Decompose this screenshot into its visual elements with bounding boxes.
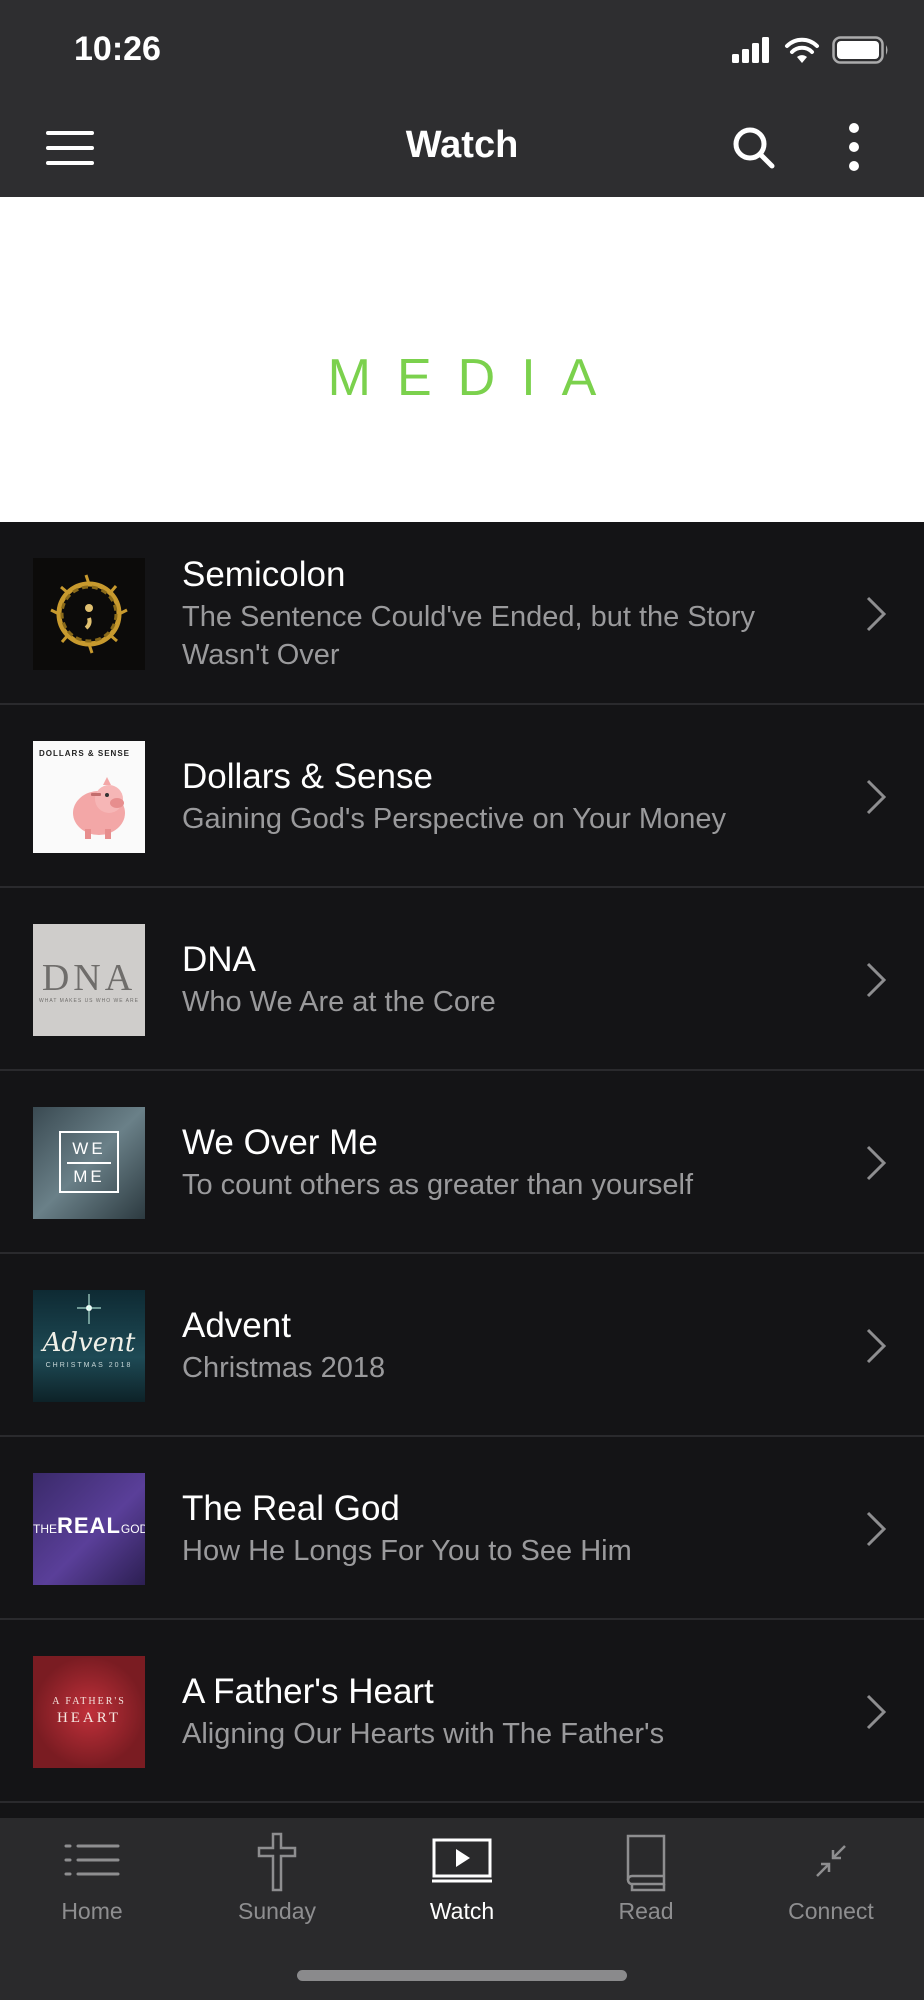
thumb-divider xyxy=(67,1162,111,1164)
more-vertical-icon[interactable] xyxy=(840,122,868,174)
tab-sunday[interactable]: Sunday xyxy=(185,1818,369,1943)
chevron-right-icon xyxy=(866,596,887,632)
chevron-right-icon xyxy=(866,779,887,815)
chevron-right-icon xyxy=(866,1511,887,1547)
series-thumbnail: Advent CHRISTMAS 2018 xyxy=(33,1290,145,1402)
series-thumbnail xyxy=(33,558,145,670)
thumb-suffix: GOD xyxy=(120,1522,145,1536)
tab-label: Sunday xyxy=(237,1898,316,1924)
status-bar: 10:26 xyxy=(0,0,924,100)
cellular-signal-icon xyxy=(732,37,769,63)
series-subtitle: The Sentence Could've Ended, but the Sto… xyxy=(182,600,756,671)
tab-label: Watch xyxy=(429,1898,495,1924)
thumb-main: REAL xyxy=(57,1513,121,1538)
thumb-caption: CHRISTMAS 2018 xyxy=(45,1362,133,1369)
series-subtitle: Christmas 2018 xyxy=(182,1351,386,1384)
search-icon[interactable] xyxy=(730,124,778,172)
status-icons xyxy=(732,36,890,64)
cross-icon xyxy=(257,1832,297,1892)
thumb-title: Advent xyxy=(42,1328,136,1358)
page-title: Watch xyxy=(405,124,519,166)
tab-watch[interactable]: Watch xyxy=(370,1818,554,1943)
nav-bar: Watch xyxy=(0,100,924,197)
chevron-right-icon xyxy=(866,1694,887,1730)
series-subtitle: Who We Are at the Core xyxy=(182,985,496,1018)
thumb-bottom-text: ME xyxy=(73,1167,105,1186)
connect-arrows-icon xyxy=(816,1845,846,1877)
tab-label: Home xyxy=(61,1898,123,1924)
tab-read[interactable]: Read xyxy=(554,1818,738,1943)
crown-of-thorns-image xyxy=(50,574,128,654)
series-row-advent[interactable]: Advent CHRISTMAS 2018 Advent Christmas 2… xyxy=(0,1254,924,1437)
chevron-right-icon xyxy=(866,1328,887,1364)
series-thumbnail: THEREALGOD xyxy=(33,1473,145,1585)
thumb-title: THEREALGOD xyxy=(33,1513,145,1539)
series-title: Dollars & Sense xyxy=(182,756,433,796)
series-title: Semicolon xyxy=(182,554,346,594)
thumb-top-text: A FATHER'S xyxy=(52,1696,126,1707)
series-row-semicolon[interactable]: Semicolon The Sentence Could've Ended, b… xyxy=(0,522,924,705)
banner-title: MEDIA xyxy=(327,348,623,407)
series-title: Advent xyxy=(182,1305,291,1345)
play-screen-icon xyxy=(432,1838,492,1883)
tab-label: Connect xyxy=(788,1898,874,1924)
series-text: A Father's Heart Aligning Our Hearts wit… xyxy=(182,1620,828,1803)
series-title: We Over Me xyxy=(182,1122,378,1162)
thumb-top-text: WE xyxy=(72,1139,106,1158)
tab-connect[interactable]: Connect xyxy=(739,1818,923,1943)
series-thumbnail: DOLLARS & SENSE xyxy=(33,741,145,853)
thumb-prefix: THE xyxy=(33,1522,57,1536)
series-thumbnail: A FATHER'S HEART xyxy=(33,1656,145,1768)
series-subtitle: Gaining God's Perspective on Your Money xyxy=(182,802,726,835)
series-row-we-over-me[interactable]: WE ME We Over Me To count others as grea… xyxy=(0,1071,924,1254)
series-row-dna[interactable]: DNA WHAT MAKES US WHO WE ARE DNA Who We … xyxy=(0,888,924,1071)
series-text: DNA Who We Are at the Core xyxy=(182,888,828,1071)
status-time: 10:26 xyxy=(74,30,161,68)
series-thumbnail: WE ME xyxy=(33,1107,145,1219)
series-row-real-god[interactable]: THEREALGOD The Real God How He Longs For… xyxy=(0,1437,924,1620)
series-title: DNA xyxy=(182,939,256,979)
series-text: We Over Me To count others as greater th… xyxy=(182,1071,828,1254)
series-list: Semicolon The Sentence Could've Ended, b… xyxy=(0,522,924,1803)
thumb-caption: WHAT MAKES US WHO WE ARE xyxy=(39,998,139,1004)
book-icon xyxy=(626,1834,666,1892)
thumb-box: WE ME xyxy=(59,1131,119,1193)
series-text: Advent Christmas 2018 xyxy=(182,1254,828,1437)
series-text: Dollars & Sense Gaining God's Perspectiv… xyxy=(182,705,828,888)
home-indicator xyxy=(297,1970,627,1981)
series-row-fathers-heart[interactable]: A FATHER'S HEART A Father's Heart Aligni… xyxy=(0,1620,924,1803)
list-icon xyxy=(64,1844,120,1876)
chevron-right-icon xyxy=(866,962,887,998)
series-text: The Real God How He Longs For You to See… xyxy=(182,1437,828,1620)
series-title: The Real God xyxy=(182,1488,400,1528)
series-subtitle: Aligning Our Hearts with The Father's xyxy=(182,1717,665,1750)
series-thumbnail: DNA WHAT MAKES US WHO WE ARE xyxy=(33,924,145,1036)
series-text: Semicolon The Sentence Could've Ended, b… xyxy=(182,522,828,705)
series-row-dollars-sense[interactable]: DOLLARS & SENSE Dollars & Sense Gaining … xyxy=(0,705,924,888)
series-subtitle: How He Longs For You to See Him xyxy=(182,1534,632,1567)
thumb-title: DNA xyxy=(41,957,137,999)
chevron-right-icon xyxy=(866,1145,887,1181)
thumb-caption: DOLLARS & SENSE xyxy=(39,749,131,758)
media-banner: MEDIA xyxy=(0,197,924,522)
tab-label: Read xyxy=(618,1898,674,1924)
series-subtitle: To count others as greater than yourself xyxy=(182,1168,694,1201)
tab-home[interactable]: Home xyxy=(0,1818,184,1943)
thumb-bottom-text: HEART xyxy=(56,1710,122,1726)
series-title: A Father's Heart xyxy=(182,1671,434,1711)
wifi-icon xyxy=(785,37,819,63)
battery-icon xyxy=(832,36,888,64)
